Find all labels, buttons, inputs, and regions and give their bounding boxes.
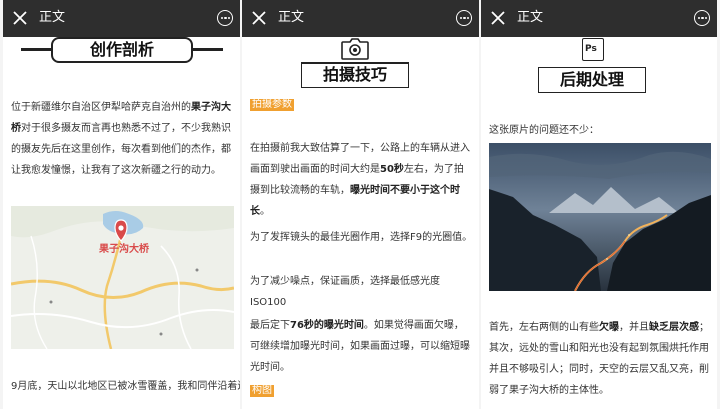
intro-paragraph: 这张原片的问题还不少： [489,125,599,136]
night-valley-photo [489,143,711,291]
more-options-icon[interactable] [694,10,710,26]
divider-left [21,48,51,51]
article-panel-3: 正文 Ps 后期处理 这张原片的问题还不少： 首先，左右两侧的山有些欠曝，并且缺… [481,0,717,409]
close-icon[interactable] [250,9,268,27]
photoshop-icon: Ps [582,38,604,61]
top-bar: 正文 [481,0,717,37]
more-options-icon[interactable] [217,10,233,26]
top-bar: 正文 [3,0,240,37]
article-panel-1: 正文 创作剖析 位于新疆维尔自治区伊犁哈萨克自治州的果子沟大桥对于很多摄友而言再… [3,0,240,409]
section-title: 创作剖析 [89,40,154,59]
close-icon[interactable] [11,9,29,27]
raw-photo [489,143,711,291]
params-paragraph-2: 为了发挥镜头的最佳光圈作用，选择F9的光圈值。 [250,232,473,243]
top-bar: 正文 [242,0,479,37]
divider-right [193,48,223,51]
map-label: 果子沟大桥 [99,244,149,255]
tag-composition: 构图 [250,385,274,397]
camera-icon [341,38,369,60]
more-options-icon[interactable] [456,10,472,26]
window-title: 正文 [278,10,305,25]
window-title: 正文 [517,10,544,25]
intro-paragraph: 位于新疆维尔自治区伊犁哈萨克自治州的果子沟大桥对于很多摄友而言再也熟悉不过了，不… [11,102,231,176]
bottom-paragraph: 9月底，天山以北地区已被冰雪覆盖，我和同伴沿着连 [11,381,240,392]
window-title: 正文 [39,10,66,25]
article-panel-2: 正文 拍摄技巧 拍摄参数 在拍摄前我大致估算了一下，公路上的车辆从进入画面到驶出… [242,0,479,409]
location-map: 果子沟大桥 [11,206,234,349]
params-paragraph-3: 为了减少噪点，保证画质，选择最低感光度ISO100 [250,276,440,308]
tag-params: 拍摄参数 [250,99,294,111]
params-paragraph-4: 最后定下76秒的曝光时间。如果觉得画面欠曝，可继续增加曝光时间，如果画面过曝，可… [250,320,470,373]
section-title: 后期处理 [559,70,624,89]
params-paragraph-1: 在拍摄前我大致估算了一下，公路上的车辆从进入画面到驶出画面的时间大约是50秒左右… [250,143,470,217]
map-graphic [11,206,234,349]
section-title: 拍摄技巧 [322,65,387,84]
analysis-paragraph: 首先，左右两侧的山有些欠曝，并且缺乏层次感；其次，远处的雪山和阳光也没有起到氛围… [489,322,709,396]
close-icon[interactable] [489,9,507,27]
